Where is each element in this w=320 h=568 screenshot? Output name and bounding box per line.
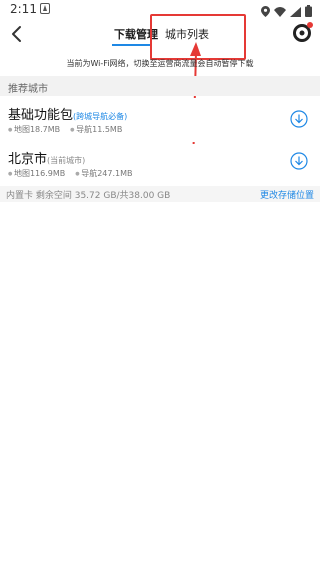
- notification-dot: [307, 22, 313, 28]
- nav-size: 导航11.5MB: [70, 124, 122, 135]
- storage-info: 内置卡 剩余空间 35.72 GB/共38.00 GB: [6, 191, 171, 201]
- item-name: 基础功能包: [8, 108, 74, 123]
- settings-button[interactable]: [292, 22, 313, 43]
- list-item[interactable]: 基础功能包(跨城导航必备) 地图18.7MB 导航11.5MB: [0, 98, 320, 142]
- item-tag: (跨城导航必备): [73, 112, 128, 121]
- change-storage-link[interactable]: 更改存储位置: [260, 188, 314, 201]
- download-button[interactable]: [290, 152, 308, 170]
- map-size: 地图18.7MB: [8, 124, 60, 135]
- wifi-notice: 当前为Wi-Fi网络，切换至运营商流量会自动暂停下载: [66, 59, 254, 68]
- active-tab-indicator: [112, 44, 152, 46]
- storage-bar: 内置卡 剩余空间 35.72 GB/共38.00 GB 更改存储位置: [0, 186, 320, 202]
- nav-size: 导航247.1MB: [75, 168, 132, 179]
- item-name: 北京市: [8, 152, 48, 167]
- section-header: 推荐城市: [0, 76, 320, 96]
- section-title: 推荐城市: [8, 84, 48, 95]
- notification-icon: [40, 3, 50, 14]
- download-button[interactable]: [290, 110, 308, 128]
- chevron-left-icon: [12, 26, 21, 42]
- map-size: 地图116.9MB: [8, 168, 65, 179]
- back-button[interactable]: [6, 22, 28, 46]
- download-icon: [290, 152, 308, 170]
- download-icon: [290, 110, 308, 128]
- item-tag: (当前城市): [47, 156, 86, 165]
- status-time: 2:11: [10, 2, 37, 16]
- list-item[interactable]: 北京市(当前城市) 地图116.9MB 导航247.1MB: [0, 144, 320, 184]
